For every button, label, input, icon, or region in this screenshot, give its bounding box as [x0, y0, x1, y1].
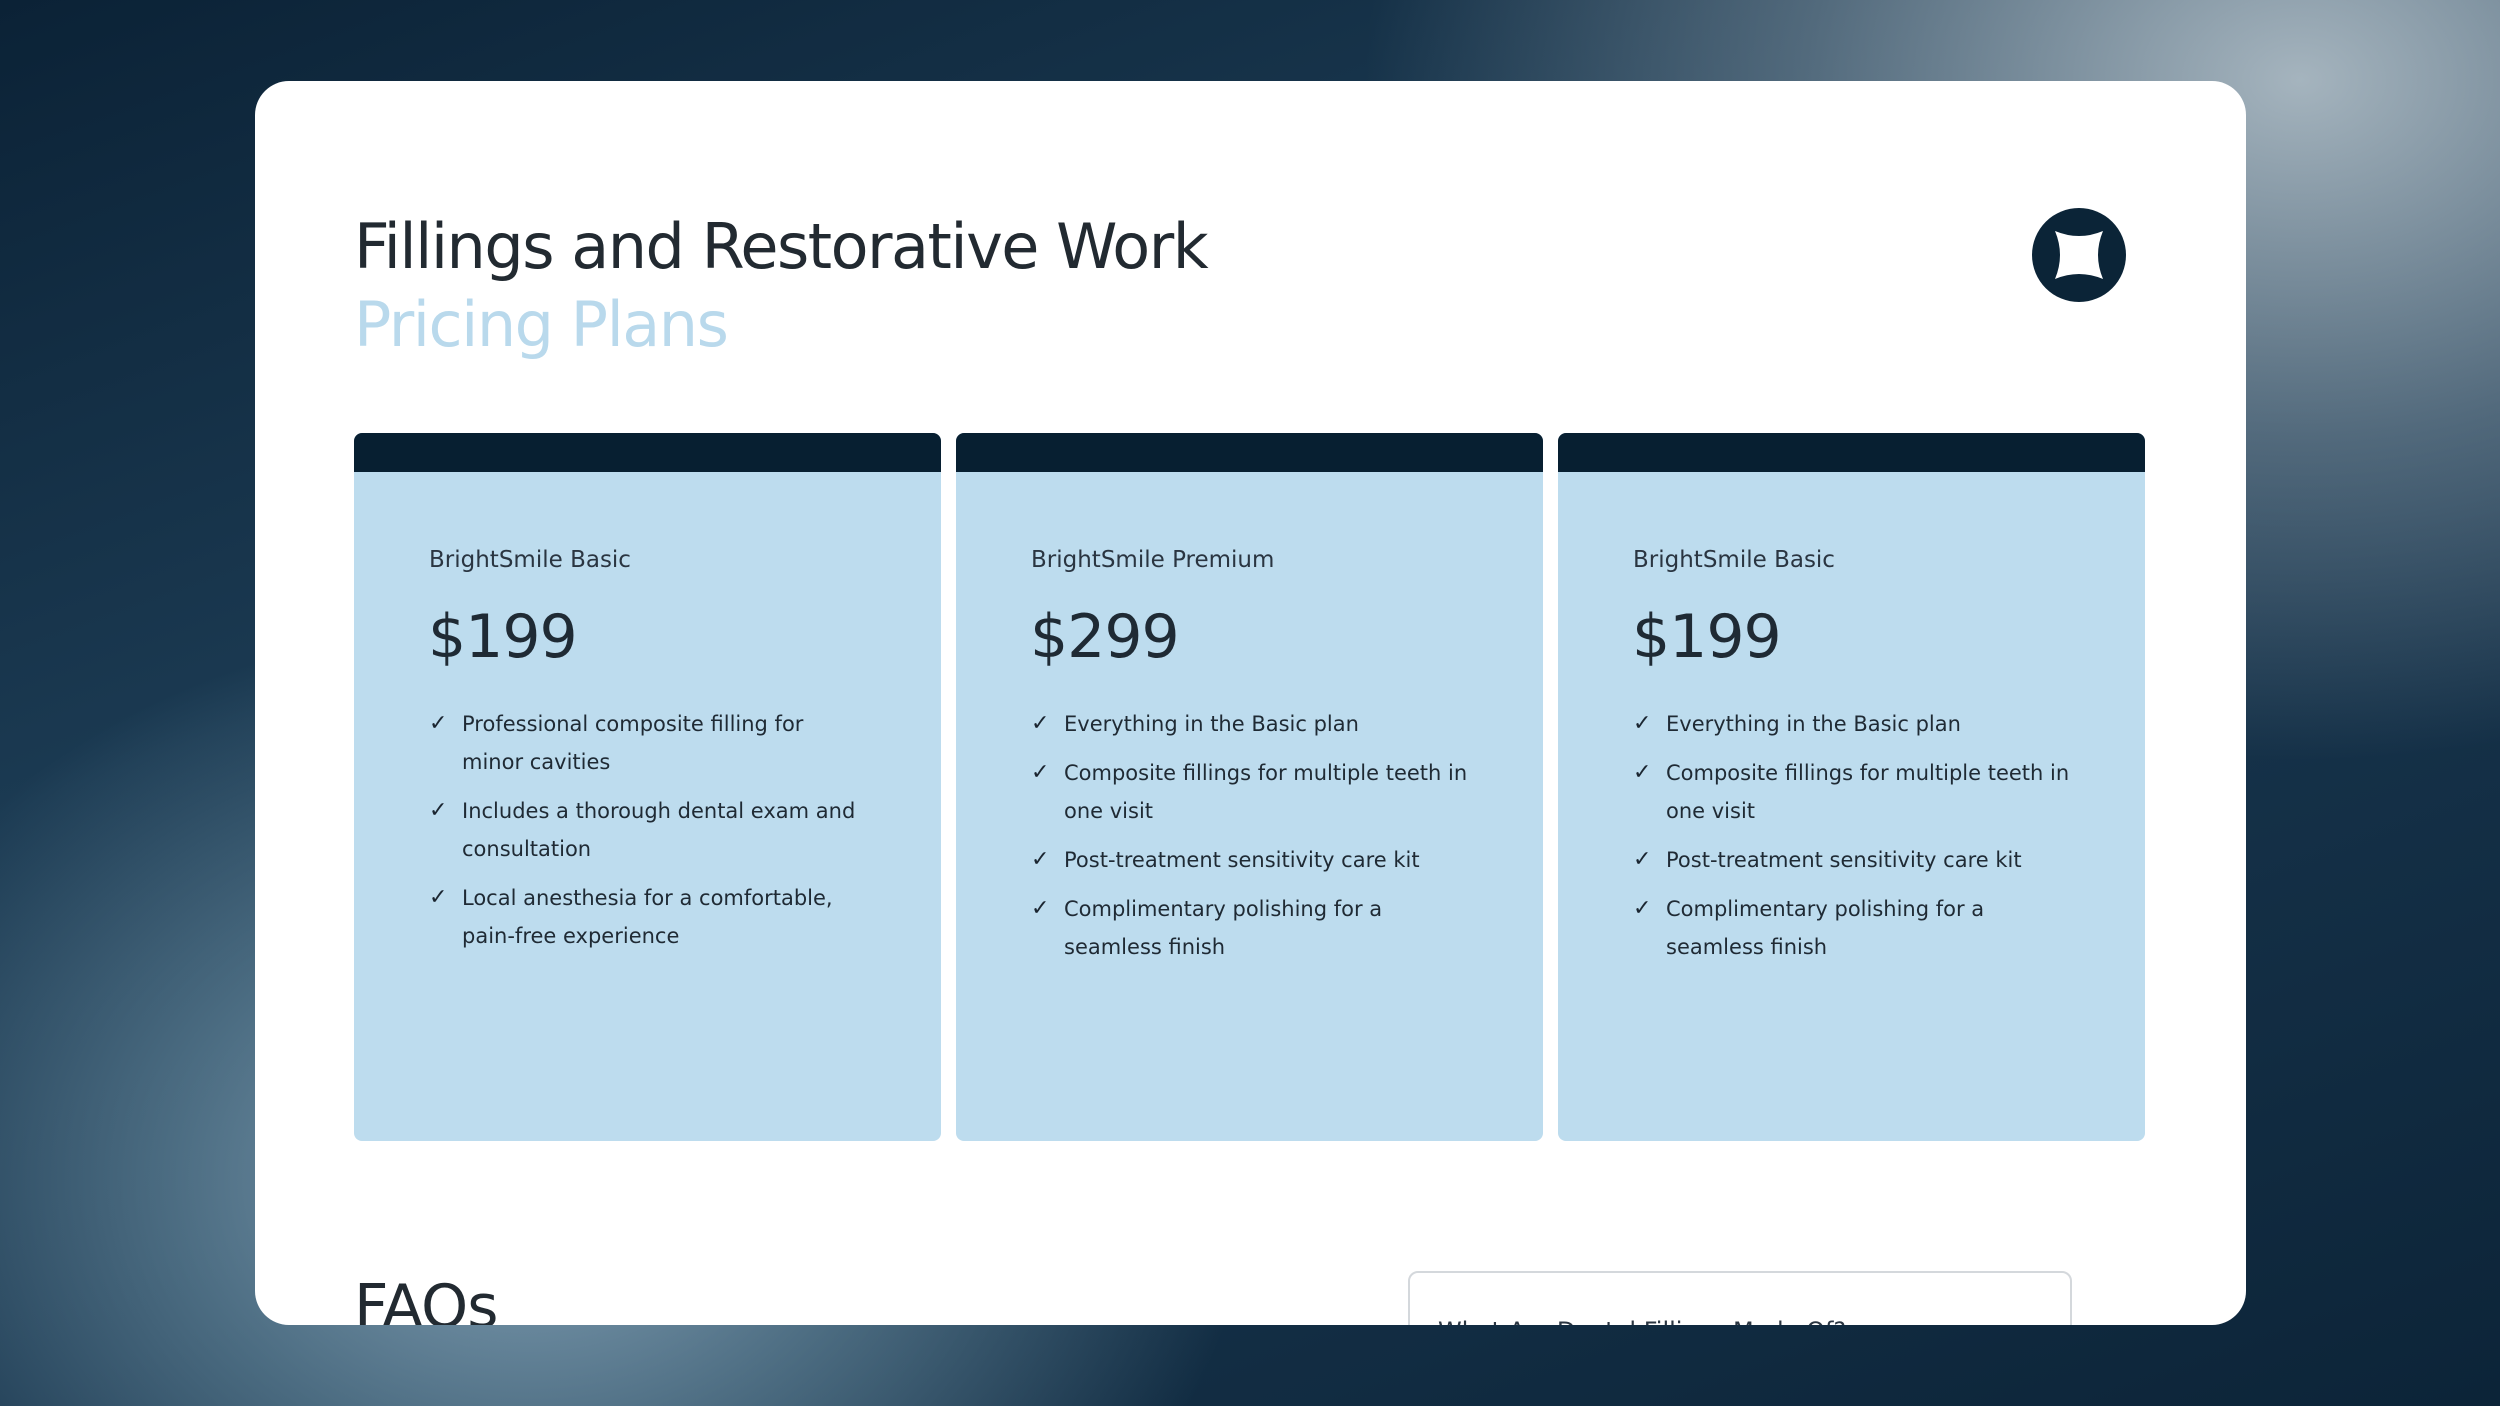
plan-header-bar [956, 433, 1543, 472]
pricing-card: Fillings and Restorative Work Pricing Pl… [255, 81, 2246, 1325]
check-icon: ✓ [1633, 760, 1652, 785]
plan-feature: ✓ Everything in the Basic plan [1031, 705, 1471, 743]
check-icon: ✓ [429, 798, 448, 823]
faq-title: FAQs [354, 1272, 498, 1325]
faq-question: What Are Dental Fillings Made Of? [1438, 1317, 1846, 1325]
logo-icon [2032, 208, 2126, 302]
plan-header-bar [354, 433, 941, 472]
check-icon: ✓ [1633, 711, 1652, 736]
plan-feature: ✓ Post-treatment sensitivity care kit [1633, 841, 2073, 879]
plan-header-bar [1558, 433, 2145, 472]
check-icon: ✓ [1031, 847, 1050, 872]
plan-feature: ✓ Everything in the Basic plan [1633, 705, 2073, 743]
plan-feature: ✓ Includes a thorough dental exam and con… [429, 792, 869, 868]
plan-feature-list: ✓ Everything in the Basic plan ✓ Composite… [1633, 705, 2073, 977]
page-title: Fillings and Restorative Work [354, 210, 1209, 283]
check-icon: ✓ [1031, 711, 1050, 736]
plan-card-premium[interactable]: BrightSmile Premium $299 ✓ Everything in … [956, 433, 1543, 1141]
plan-feature: ✓ Composite fillings for multiple teeth i… [1633, 754, 2073, 830]
page-subtitle: Pricing Plans [354, 288, 729, 361]
plan-name: BrightSmile Basic [429, 547, 631, 573]
check-icon: ✓ [429, 711, 448, 736]
plan-card-basic-2[interactable]: BrightSmile Basic $199 ✓ Everything in th… [1558, 433, 2145, 1141]
plan-feature: ✓ Complimentary polishing for a seamless … [1633, 890, 2073, 966]
plan-feature-list: ✓ Everything in the Basic plan ✓ Composite… [1031, 705, 1471, 977]
check-icon: ✓ [429, 885, 448, 910]
plan-name: BrightSmile Basic [1633, 547, 1835, 573]
plan-name: BrightSmile Premium [1031, 547, 1275, 573]
plan-card-basic[interactable]: BrightSmile Basic $199 ✓ Professional com… [354, 433, 941, 1141]
plan-feature: ✓ Composite fillings for multiple teeth i… [1031, 754, 1471, 830]
plan-feature: ✓ Local anesthesia for a comfortable, pai… [429, 879, 869, 955]
check-icon: ✓ [1031, 896, 1050, 921]
plan-price: $299 [1030, 602, 1180, 672]
faq-accordion-item[interactable]: What Are Dental Fillings Made Of? [1408, 1271, 2072, 1325]
plan-feature: ✓ Complimentary polishing for a seamless … [1031, 890, 1471, 966]
plan-feature: ✓ Professional composite filling for mino… [429, 705, 869, 781]
plan-feature-list: ✓ Professional composite filling for mino… [429, 705, 869, 966]
plan-price: $199 [1632, 602, 1782, 672]
plan-feature: ✓ Post-treatment sensitivity care kit [1031, 841, 1471, 879]
plan-price: $199 [428, 602, 578, 672]
check-icon: ✓ [1031, 760, 1050, 785]
check-icon: ✓ [1633, 896, 1652, 921]
check-icon: ✓ [1633, 847, 1652, 872]
